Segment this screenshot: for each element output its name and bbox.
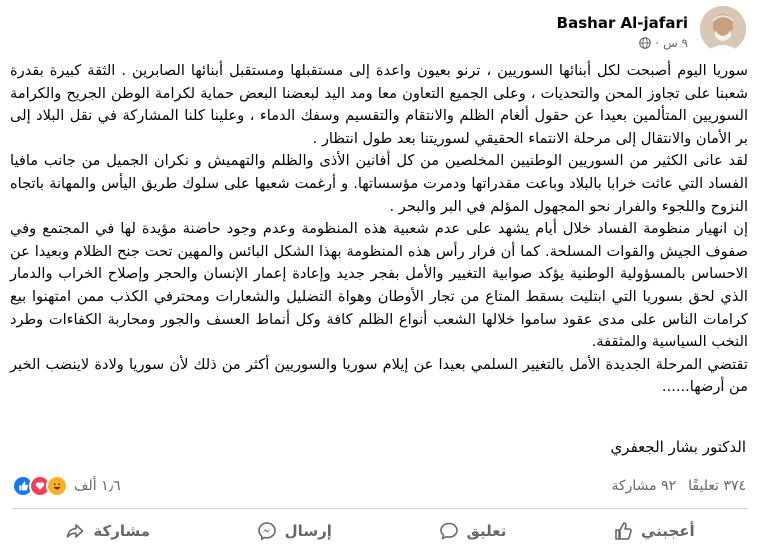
globe-icon: [639, 37, 652, 49]
actions-divider: [12, 508, 748, 509]
engagement-counts: ٣٧٤ تعليقًا ٩٢ مشاركة: [611, 478, 746, 494]
messenger-icon: [257, 522, 276, 541]
post-actions: أعجبني تعليق إرسال مشاركة: [12, 512, 748, 550]
like-button[interactable]: أعجبني: [597, 517, 711, 545]
send-label: إرسال: [284, 522, 332, 540]
post-body: سوريا اليوم أصبحت لكل أبنائها السوريين ،…: [10, 62, 748, 396]
like-label: أعجبني: [641, 522, 695, 540]
thumbs-up-icon: [615, 522, 632, 540]
share-arrow-icon: [67, 524, 84, 538]
share-button[interactable]: مشاركة: [49, 517, 166, 545]
reaction-icons: [12, 475, 68, 497]
meta-separator: ·: [655, 36, 660, 50]
engagement-bar: ١٫٦ ألف ٣٧٤ تعليقًا ٩٢ مشاركة: [12, 472, 746, 500]
post-signature: الدكتور بشار الجعفري: [610, 438, 746, 456]
post-card: Bashar Al-jafari ٩ س · سوريا اليوم أصبحت…: [0, 0, 760, 553]
author-name[interactable]: Bashar Al-jafari: [557, 14, 688, 32]
post-time[interactable]: ٩ س: [663, 36, 688, 50]
send-button[interactable]: إرسال: [241, 517, 348, 545]
avatar[interactable]: [700, 6, 746, 52]
comment-label: تعليق: [466, 522, 507, 540]
reactions-count: ١٫٦ ألف: [74, 478, 121, 494]
reactions-summary[interactable]: ١٫٦ ألف: [12, 475, 121, 497]
shares-count[interactable]: ٩٢ مشاركة: [611, 478, 676, 494]
share-label: مشاركة: [93, 522, 151, 540]
haha-reaction-icon: [46, 475, 68, 497]
comment-button[interactable]: تعليق: [423, 517, 523, 545]
post-meta: ٩ س ·: [639, 36, 688, 50]
comment-bubble-icon: [439, 522, 458, 540]
comments-count[interactable]: ٣٧٤ تعليقًا: [688, 478, 746, 494]
